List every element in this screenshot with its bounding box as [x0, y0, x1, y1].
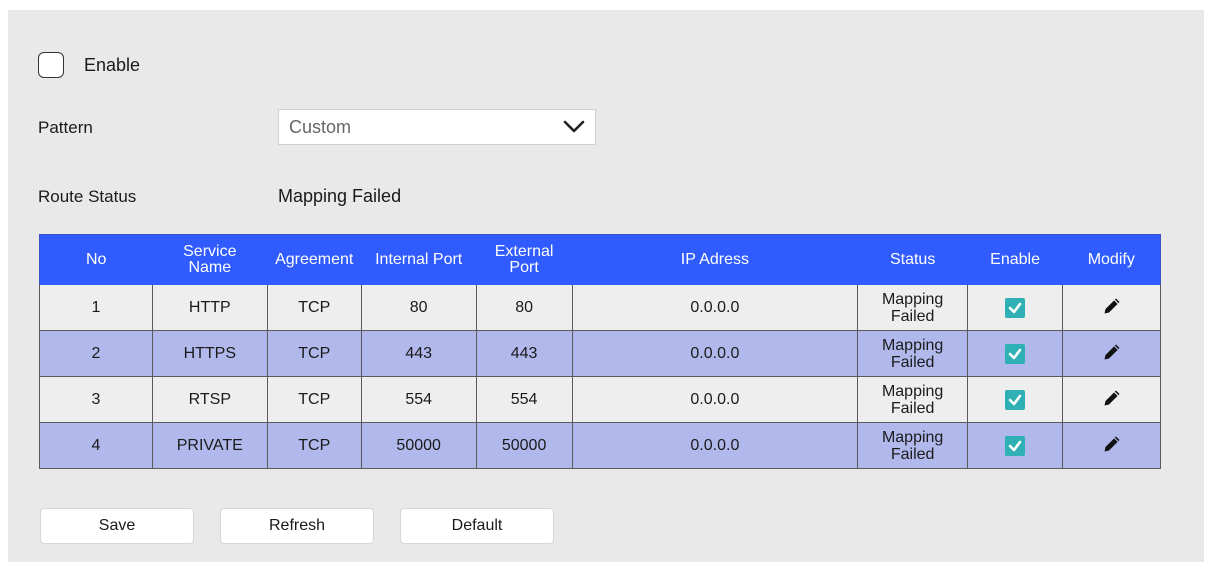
- default-button[interactable]: Default: [400, 508, 554, 544]
- header-no: No: [39, 234, 153, 285]
- cell-agreement: TCP: [266, 330, 362, 377]
- cell-status: Mapping Failed: [857, 376, 969, 423]
- cell-modify: [1062, 376, 1161, 423]
- cell-modify: [1062, 285, 1161, 331]
- cell-internal-port: 50000: [360, 422, 477, 469]
- modify-button[interactable]: [1103, 343, 1121, 365]
- cell-agreement: TCP: [266, 285, 362, 331]
- cell-status: Mapping Failed: [857, 422, 969, 469]
- cell-internal-port: 443: [360, 330, 477, 377]
- enable-label: Enable: [84, 54, 141, 75]
- header-modify: Modify: [1062, 234, 1161, 285]
- table-row: 3 RTSP TCP 554 554 0.0.0.0 Mapping Failed: [39, 376, 1161, 423]
- route-status-label: Route Status: [38, 187, 137, 206]
- table-row: 4 PRIVATE TCP 50000 50000 0.0.0.0 Mappin…: [39, 422, 1161, 469]
- header-enable: Enable: [967, 234, 1063, 285]
- modify-button[interactable]: [1103, 435, 1121, 457]
- cell-internal-port: 80: [360, 285, 477, 331]
- header-internal-port: Internal Port: [361, 234, 477, 285]
- save-button[interactable]: Save: [40, 508, 194, 544]
- cell-service: HTTP: [151, 285, 268, 331]
- cell-modify: [1062, 330, 1161, 377]
- table-header-row: No Service Name Agreement Internal Port E…: [39, 234, 1161, 285]
- cell-status: Mapping Failed: [857, 330, 969, 377]
- cell-modify: [1062, 422, 1161, 469]
- cell-external-port: 50000: [475, 422, 573, 469]
- cell-ip-address: 0.0.0.0: [571, 422, 859, 469]
- cell-service: RTSP: [151, 376, 268, 423]
- cell-status: Mapping Failed: [857, 285, 969, 331]
- cell-external-port: 554: [475, 376, 573, 423]
- cell-enable: [967, 330, 1064, 377]
- header-status: Status: [857, 234, 968, 285]
- cell-service: HTTPS: [151, 330, 268, 377]
- header-service-name: Service Name: [152, 234, 268, 285]
- cell-agreement: TCP: [266, 376, 362, 423]
- cell-ip-address: 0.0.0.0: [571, 285, 859, 331]
- chevron-down-icon: [563, 120, 585, 133]
- checkmark-icon: [1008, 440, 1022, 451]
- modify-button[interactable]: [1103, 297, 1121, 319]
- refresh-button[interactable]: Refresh: [220, 508, 374, 544]
- cell-no: 1: [39, 285, 153, 331]
- modify-button[interactable]: [1103, 389, 1121, 411]
- upnp-settings-panel: Enable Pattern Custom Route Status Mappi…: [8, 10, 1204, 562]
- header-external-port: External Port: [476, 234, 573, 285]
- pencil-icon: [1104, 436, 1120, 451]
- row-enable-checkbox[interactable]: [1005, 297, 1026, 318]
- cell-ip-address: 0.0.0.0: [571, 330, 859, 377]
- enable-checkbox[interactable]: [38, 52, 64, 78]
- cell-external-port: 443: [475, 330, 573, 377]
- table-row: 2 HTTPS TCP 443 443 0.0.0.0 Mapping Faile…: [39, 330, 1161, 377]
- pencil-icon: [1104, 344, 1120, 359]
- cell-no: 4: [39, 422, 153, 469]
- checkmark-icon: [1008, 394, 1022, 405]
- cell-internal-port: 554: [360, 376, 477, 423]
- cell-service: PRIVATE: [151, 422, 268, 469]
- pencil-icon: [1104, 390, 1120, 405]
- cell-no: 2: [39, 330, 153, 377]
- checkmark-icon: [1008, 302, 1022, 313]
- pencil-icon: [1104, 298, 1120, 313]
- cell-ip-address: 0.0.0.0: [571, 376, 859, 423]
- checkmark-icon: [1008, 348, 1022, 359]
- header-ip-address: IP Adress: [572, 234, 858, 285]
- cell-no: 3: [39, 376, 153, 423]
- route-status-value: Mapping Failed: [278, 186, 402, 206]
- pattern-select-value: Custom: [289, 116, 352, 137]
- row-enable-checkbox[interactable]: [1005, 343, 1026, 364]
- port-mapping-table: No Service Name Agreement Internal Port E…: [39, 234, 1161, 469]
- enable-row: Enable: [38, 52, 140, 78]
- cell-external-port: 80: [475, 285, 573, 331]
- row-enable-checkbox[interactable]: [1005, 389, 1026, 410]
- cell-enable: [967, 422, 1064, 469]
- cell-enable: [967, 376, 1064, 423]
- cell-enable: [967, 285, 1064, 331]
- table-row: 1 HTTP TCP 80 80 0.0.0.0 Mapping Failed: [39, 285, 1161, 331]
- header-agreement: Agreement: [267, 234, 362, 285]
- row-enable-checkbox[interactable]: [1005, 435, 1026, 456]
- pattern-select[interactable]: Custom: [278, 109, 596, 145]
- cell-agreement: TCP: [266, 422, 362, 469]
- pattern-label: Pattern: [38, 118, 93, 137]
